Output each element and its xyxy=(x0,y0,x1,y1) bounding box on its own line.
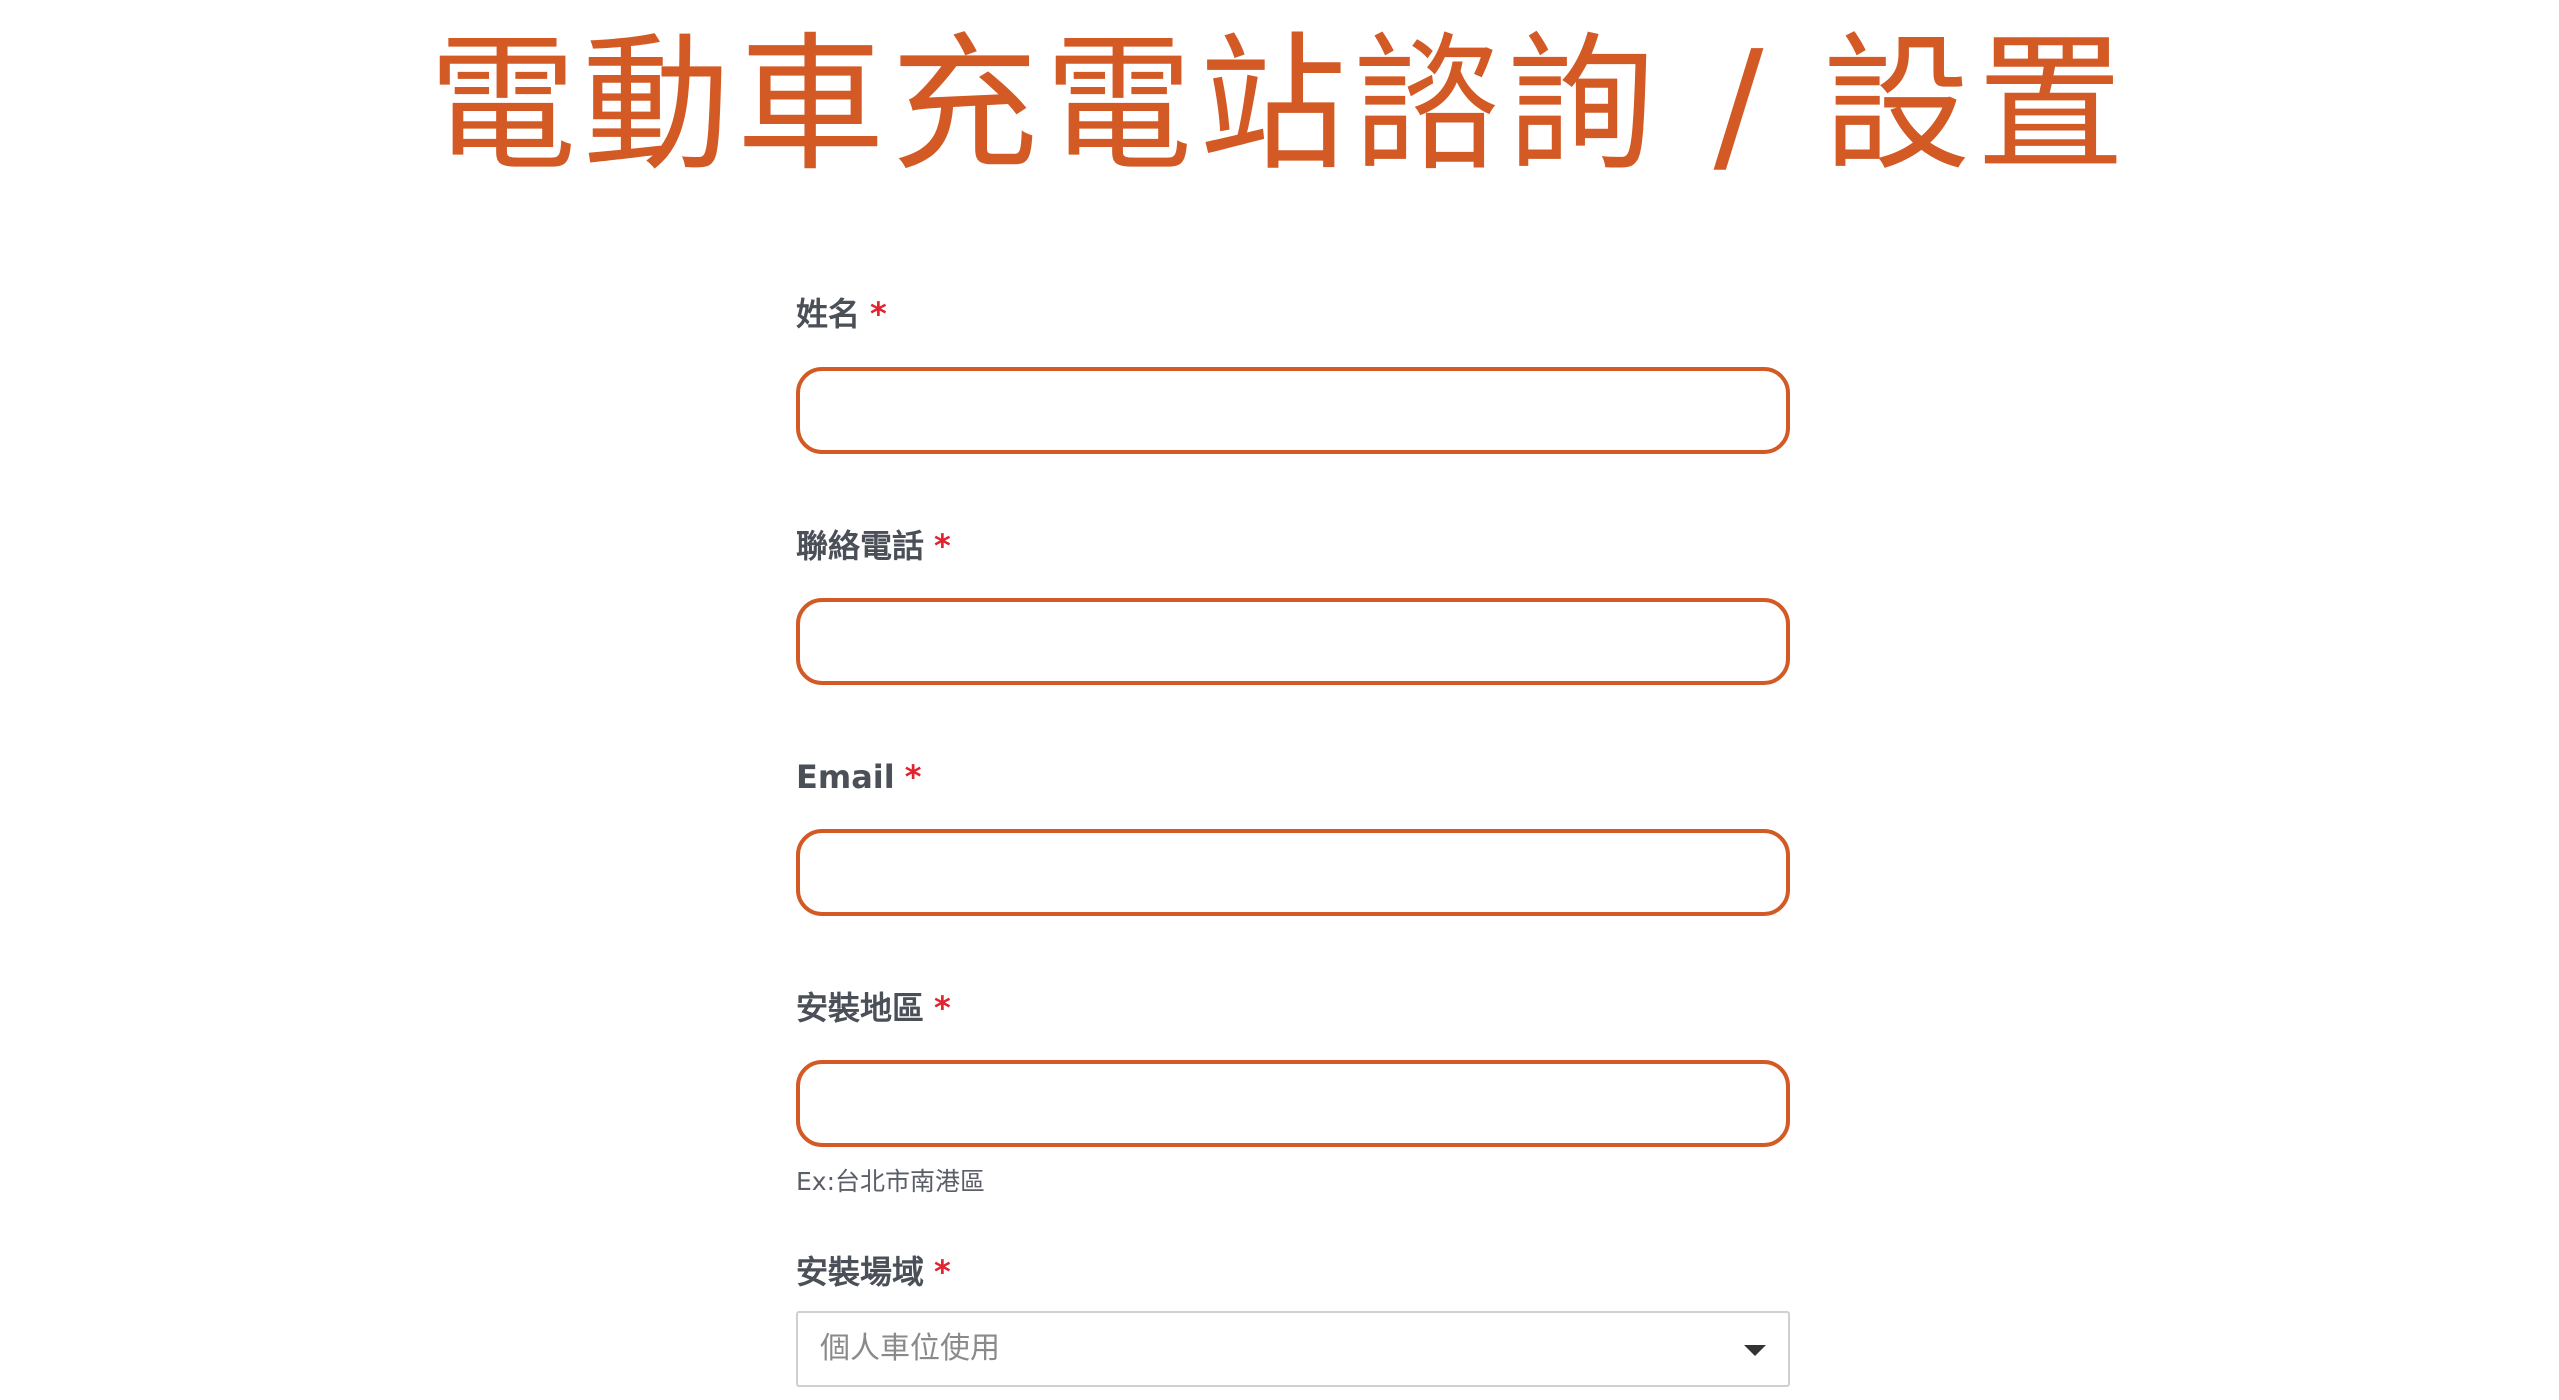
page: 電動車充電站諮詢 / 設置 姓名 * 聯絡電話 * Email * 安裝地區 * Ex:… xyxy=(0,0,2559,1400)
name-required-mark: * xyxy=(870,295,887,333)
region-hint: Ex:台北市南港區 xyxy=(796,1167,986,1196)
venue-select[interactable]: 個人車位使用 xyxy=(796,1311,1790,1387)
email-label: Email * xyxy=(796,757,921,797)
name-label: 姓名 * xyxy=(796,294,887,334)
region-label: 安裝地區 * xyxy=(796,988,951,1028)
region-label-text: 安裝地區 xyxy=(796,989,925,1027)
phone-required-mark: * xyxy=(934,527,951,565)
email-label-text: Email xyxy=(796,758,895,796)
phone-label: 聯絡電話 * xyxy=(796,526,951,566)
page-title: 電動車充電站諮詢 / 設置 xyxy=(428,19,2131,191)
email-required-mark: * xyxy=(904,758,922,796)
name-label-text: 姓名 xyxy=(796,295,861,333)
venue-label: 安裝場域 * xyxy=(796,1252,951,1292)
caret-down-icon xyxy=(1744,1345,1766,1356)
phone-label-text: 聯絡電話 xyxy=(796,527,925,565)
venue-selected-value: 個人車位使用 xyxy=(820,1331,1000,1366)
email-input[interactable] xyxy=(796,829,1790,916)
region-input[interactable] xyxy=(796,1060,1790,1147)
venue-label-text: 安裝場域 xyxy=(796,1253,925,1291)
region-required-mark: * xyxy=(934,989,951,1027)
venue-required-mark: * xyxy=(934,1253,951,1291)
phone-input[interactable] xyxy=(796,598,1790,685)
name-input[interactable] xyxy=(796,367,1790,454)
